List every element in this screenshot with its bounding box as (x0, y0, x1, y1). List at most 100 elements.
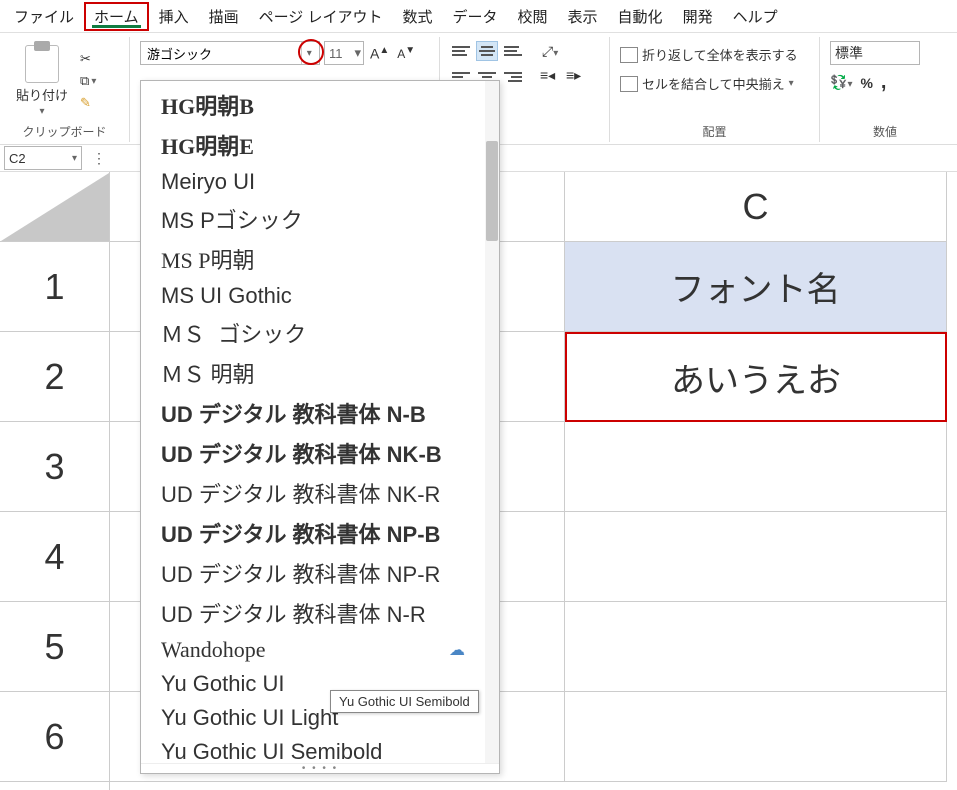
align-right-button[interactable] (502, 67, 524, 87)
paste-label: 貼り付け (16, 85, 68, 104)
formula-buttons[interactable]: ⋮ (86, 150, 112, 167)
percent-button[interactable]: % (860, 75, 872, 91)
row-header-1[interactable]: 1 (0, 242, 109, 332)
menu-data[interactable]: データ (443, 2, 508, 31)
menu-review[interactable]: 校閲 (508, 2, 558, 31)
font-option[interactable]: ＭＳ ゴシック (141, 313, 485, 353)
merge-center-button[interactable]: セルを結合して中央揃え ▾ (620, 74, 809, 93)
cell-C6[interactable] (565, 692, 947, 782)
chevron-down-icon: ▾ (72, 153, 77, 164)
wrap-text-button[interactable]: 折り返して全体を表示する (620, 45, 809, 64)
font-option-label: Yu Gothic UI Semibold (161, 739, 382, 763)
font-option[interactable]: UD デジタル 教科書体 NP-R (141, 553, 485, 593)
font-option[interactable]: ＭＳ 明朝 (141, 353, 485, 393)
menu-help[interactable]: ヘルプ (723, 2, 788, 31)
cell-C1[interactable]: フォント名 (565, 242, 947, 332)
row-header-5[interactable]: 5 (0, 602, 109, 692)
font-option[interactable]: MS UI Gothic (141, 279, 485, 313)
menu-page-layout[interactable]: ページ レイアウト (249, 2, 393, 31)
menu-insert[interactable]: 挿入 (149, 2, 199, 31)
copy-icon: ⧉ (80, 73, 89, 89)
align-top-button[interactable] (450, 41, 472, 61)
format-painter-button[interactable]: ✎ (80, 95, 96, 111)
font-option-label: Wandohope (161, 637, 266, 663)
col-header-C[interactable]: C (565, 172, 947, 242)
row-header-4[interactable]: 4 (0, 512, 109, 602)
menu-bar: ファイル ホーム 挿入 描画 ページ レイアウト 数式 データ 校閲 表示 自動… (0, 0, 957, 32)
clipboard-icon (25, 45, 59, 83)
font-option[interactable]: HG明朝E (141, 125, 485, 165)
cell-C5[interactable] (565, 602, 947, 692)
font-option[interactable]: Meiryo UI (141, 165, 485, 199)
currency-button[interactable]: 💱▾ (830, 74, 852, 91)
group-alignment: 折り返して全体を表示する セルを結合して中央揃え ▾ 配置 (610, 37, 820, 142)
font-option[interactable]: UD デジタル 教科書体 NP-B (141, 513, 485, 553)
font-size-combo[interactable]: 11 ▾ (324, 41, 364, 65)
font-option[interactable]: UD デジタル 教科書体 NK-R (141, 473, 485, 513)
font-option-label: UD デジタル 教科書体 NK-B (161, 437, 442, 469)
orientation-button[interactable]: ⤢▾ (540, 43, 560, 60)
menu-file[interactable]: ファイル (4, 2, 84, 31)
font-option[interactable]: UD デジタル 教科書体 NK-B (141, 433, 485, 473)
font-option-label: Yu Gothic UI (161, 671, 285, 697)
menu-developer[interactable]: 開発 (673, 2, 723, 31)
menu-automate[interactable]: 自動化 (608, 2, 673, 31)
menu-view[interactable]: 表示 (558, 2, 608, 31)
align-bottom-button[interactable] (502, 41, 524, 61)
number-format-combo[interactable]: 標準 (830, 41, 920, 65)
decrease-indent-button[interactable]: ≡◂ (540, 67, 562, 87)
font-size-value: 11 (329, 46, 343, 61)
dropdown-scrollbar[interactable] (485, 81, 499, 763)
group-label-alignment: 配置 (620, 121, 809, 140)
font-option-label: ＭＳ ゴシック (161, 317, 306, 349)
chevron-down-icon: ▾ (789, 78, 794, 89)
font-option-label: Yu Gothic UI Light (161, 705, 338, 731)
font-option[interactable]: UD デジタル 教科書体 N-R (141, 593, 485, 633)
brush-icon: ✎ (80, 95, 91, 111)
wrap-text-icon (620, 47, 638, 63)
font-name-input[interactable] (147, 46, 301, 61)
menu-home[interactable]: ホーム (84, 2, 149, 31)
menu-formulas[interactable]: 数式 (392, 2, 442, 31)
cloud-download-icon[interactable]: ☁ (449, 640, 465, 660)
font-option-label: UD デジタル 教科書体 NP-B (161, 517, 440, 549)
select-all-corner[interactable] (0, 172, 109, 242)
font-option[interactable]: Yu Gothic UI Semibold (141, 735, 485, 763)
font-option-label: ＭＳ 明朝 (161, 357, 255, 389)
font-dropdown-arrow[interactable]: ▾ (301, 42, 317, 64)
copy-button[interactable]: ⧉▾ (80, 73, 96, 89)
font-option-label: MS UI Gothic (161, 283, 292, 309)
font-list[interactable]: HG明朝B HG明朝E Meiryo UI MS PゴシックMS P明朝 MS UI G… (141, 81, 485, 763)
font-option[interactable]: HG明朝B (141, 85, 485, 125)
name-box[interactable]: C2 ▾ (4, 146, 82, 170)
scrollbar-thumb[interactable] (486, 141, 498, 241)
paste-button[interactable]: 貼り付け ▾ (10, 45, 74, 117)
font-option[interactable]: UD デジタル 教科書体 N-B (141, 393, 485, 433)
font-name-combo[interactable]: ▾ (140, 41, 320, 65)
font-option-label: UD デジタル 教科書体 N-B (161, 397, 426, 429)
chevron-down-icon: ▾ (307, 48, 312, 59)
group-label-number: 数値 (830, 121, 940, 140)
group-clipboard: 貼り付け ▾ ✂ ⧉▾ ✎ クリップボード (0, 37, 130, 142)
cut-button[interactable]: ✂ (80, 51, 96, 67)
menu-draw[interactable]: 描画 (199, 2, 249, 31)
row-header-6[interactable]: 6 (0, 692, 109, 782)
font-option-label: Meiryo UI (161, 169, 255, 195)
cell-C3[interactable] (565, 422, 947, 512)
font-option[interactable]: Wandohope ☁ (141, 633, 485, 667)
decrease-font-button[interactable]: A▼ (395, 45, 417, 61)
font-option-label: HG明朝B (161, 89, 254, 121)
row-header-3[interactable]: 3 (0, 422, 109, 512)
font-option[interactable]: MS P明朝 (141, 239, 485, 279)
cell-C4[interactable] (565, 512, 947, 602)
comma-button[interactable]: , (881, 71, 887, 94)
cell-C2[interactable]: あいうえお (565, 332, 947, 422)
align-middle-button[interactable] (476, 41, 498, 61)
chevron-down-icon: ▾ (354, 45, 361, 61)
increase-indent-button[interactable]: ≡▸ (566, 67, 588, 87)
increase-font-button[interactable]: A▲ (368, 45, 391, 62)
font-option-label: UD デジタル 教科書体 NP-R (161, 557, 440, 589)
row-header-2[interactable]: 2 (0, 332, 109, 422)
dropdown-resize-handle[interactable]: • • • • (141, 763, 499, 773)
font-option[interactable]: MS Pゴシック (141, 199, 485, 239)
